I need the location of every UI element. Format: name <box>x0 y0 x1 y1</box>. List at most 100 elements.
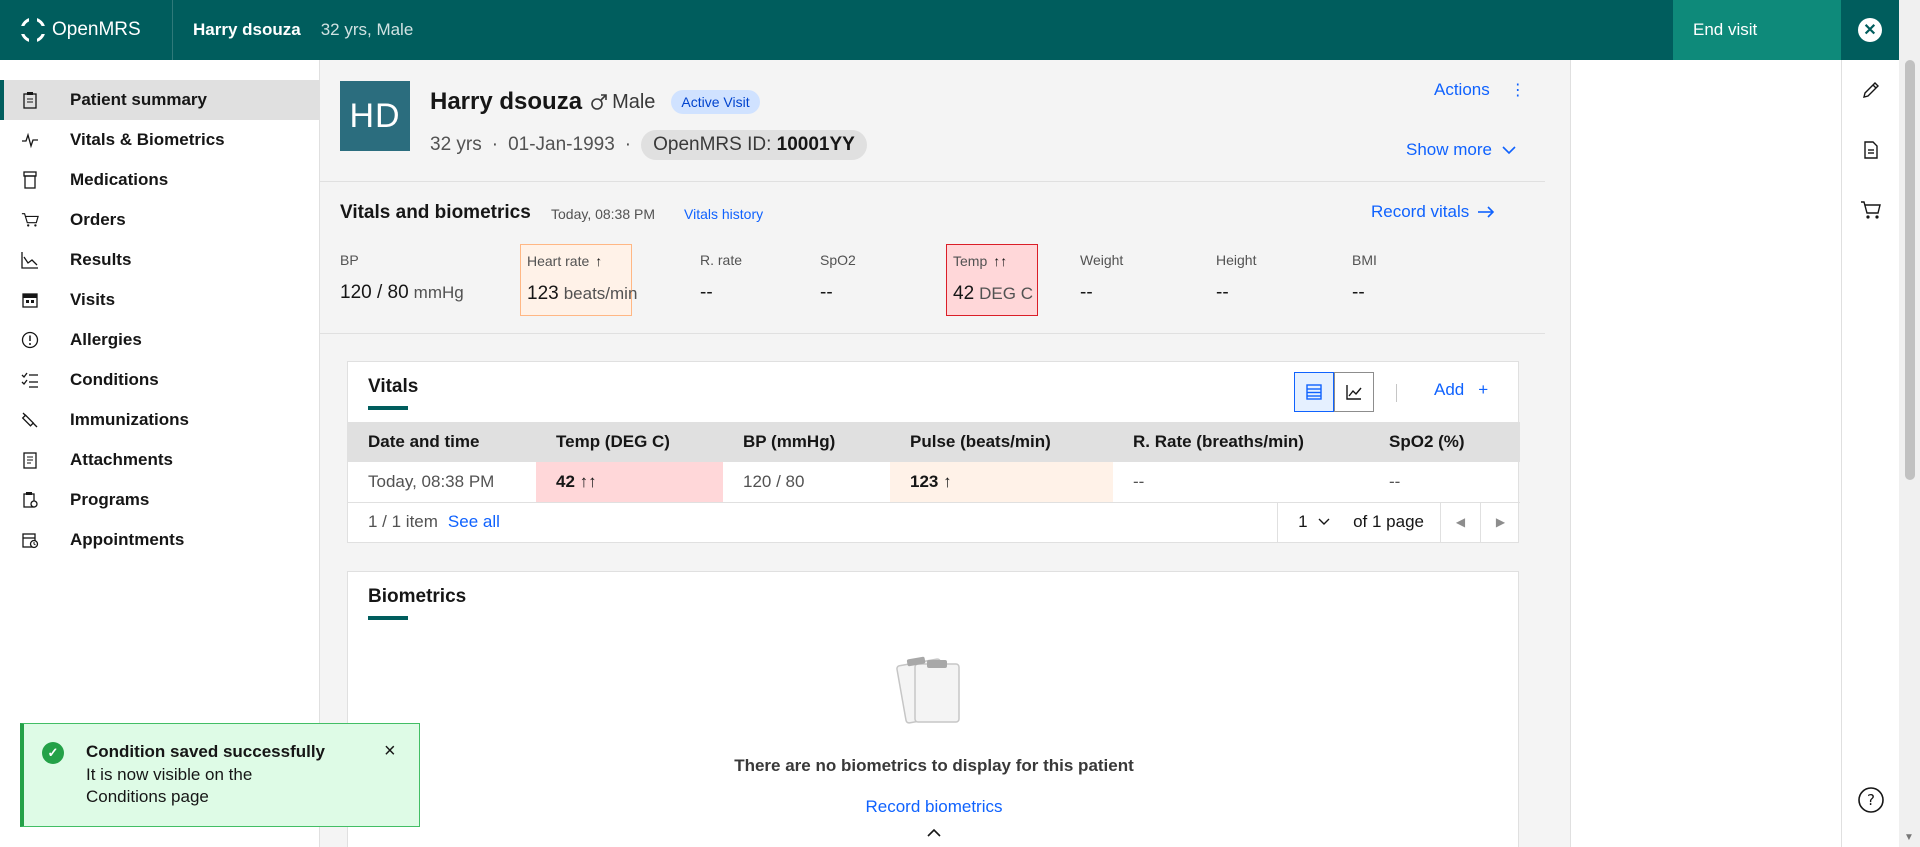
nav-item-programs[interactable]: Programs <box>0 480 319 520</box>
page-number: 1 <box>1298 512 1308 531</box>
banner-patient-name: Harry dsouza <box>430 88 583 115</box>
vital-label-text: BP <box>340 252 359 268</box>
program-icon <box>20 490 40 510</box>
edit-button[interactable] <box>1842 60 1900 120</box>
vitals-card-title: Vitals <box>368 376 419 397</box>
patient-avatar: HD <box>340 81 410 151</box>
column-header: R. Rate (breaths/min) <box>1113 422 1369 462</box>
vital-tile-temp: Temp ↑↑ 42 DEG C <box>946 244 1038 316</box>
table-header-row: Date and time Temp (DEG C) BP (mmHg) Pulse … <box>348 422 1520 462</box>
nav-item-allergies[interactable]: Allergies <box>0 320 319 360</box>
show-more-button[interactable]: Show more <box>1406 140 1516 160</box>
openmrs-logo[interactable]: OpenMRS <box>0 0 173 60</box>
nav-item-label: Immunizations <box>70 410 190 429</box>
nav-item-results[interactable]: Results <box>0 240 319 280</box>
toolbar-divider <box>1396 384 1397 402</box>
scroll-down-arrow[interactable]: ▼ <box>1904 832 1914 843</box>
warning-icon <box>20 330 40 350</box>
see-all-link[interactable]: See all <box>448 512 500 532</box>
chevron-down-icon <box>1502 146 1516 155</box>
clipboard-icon <box>20 90 40 110</box>
help-button[interactable]: ? <box>1851 780 1891 820</box>
order-basket-button[interactable] <box>1842 180 1900 240</box>
vital-value: 120 / 80 mmHg <box>340 282 490 304</box>
next-page-button[interactable]: ▶ <box>1480 502 1520 542</box>
vital-value-number: -- <box>820 282 833 303</box>
nav-item-visits[interactable]: Visits <box>0 280 319 320</box>
attachment-icon <box>20 450 40 470</box>
vital-value-number: -- <box>1216 282 1229 303</box>
vital-label: Height <box>1216 252 1316 268</box>
scrollbar-thumb[interactable] <box>1905 60 1915 480</box>
nav-item-label: Patient summary <box>70 90 207 109</box>
add-icon: + <box>1478 380 1489 399</box>
vital-label-text: BMI <box>1352 252 1377 268</box>
cart-icon <box>20 210 40 230</box>
vitals-history-link[interactable]: Vitals history <box>684 206 763 222</box>
view-switcher <box>1294 372 1374 412</box>
vital-label-text: Heart rate <box>527 253 590 269</box>
nav-item-orders[interactable]: Orders <box>0 200 319 240</box>
cell-bp: 120 / 80 <box>723 462 890 503</box>
table-icon <box>1306 384 1322 400</box>
close-workspace-button[interactable]: ✕ <box>1841 0 1899 60</box>
vital-unit: DEG C <box>979 284 1033 303</box>
record-vitals-link[interactable]: Record vitals <box>1371 202 1495 222</box>
banner-gender-label: Male <box>612 90 656 113</box>
logo-text: OpenMRS <box>52 19 141 40</box>
vitals-table: Date and time Temp (DEG C) BP (mmHg) Pulse … <box>348 422 1520 503</box>
previous-page-button[interactable]: ◀ <box>1440 502 1480 542</box>
column-header: Temp (DEG C) <box>536 422 723 462</box>
vital-value-number: -- <box>700 282 713 303</box>
vital-label-text: Height <box>1216 252 1257 268</box>
actions-button[interactable]: Actions ⋮ <box>1434 80 1526 100</box>
vital-unit: mmHg <box>413 283 464 302</box>
header-patient-name: Harry dsouza <box>193 20 301 39</box>
checkmark-icon: ✓ <box>42 742 64 764</box>
cell-pulse: 123 ↑ <box>890 462 1113 503</box>
vital-tile-heart-rate: Heart rate ↑ 123 beats/min <box>520 244 637 316</box>
nav-item-label: Orders <box>70 210 126 229</box>
chart-view-button[interactable] <box>1334 372 1374 412</box>
svg-text:?: ? <box>1867 791 1875 809</box>
nav-item-medications[interactable]: Medications <box>0 160 319 200</box>
biometrics-card-title: Biometrics <box>368 586 467 607</box>
vital-tile-r-rate: R. rate -- <box>700 244 800 316</box>
add-vitals-button[interactable]: Add + <box>1434 380 1488 400</box>
vital-label-text: Temp <box>953 253 988 269</box>
page-scrollbar[interactable]: ▼ <box>1899 60 1920 847</box>
end-visit-button[interactable]: End visit <box>1673 0 1841 60</box>
page-select[interactable]: 1 <box>1277 502 1353 542</box>
nav-item-attachments[interactable]: Attachments <box>0 440 319 480</box>
record-biometrics-link[interactable]: Record biometrics <box>348 797 1520 817</box>
banner-name-row: Harry dsouza Male Active Visit <box>430 88 760 116</box>
nav-item-label: Vitals & Biometrics <box>70 130 225 149</box>
toast-subtitle: It is now visible on the Conditions page <box>86 765 253 806</box>
vitals-header: Vitals and biometrics Today, 08:38 PM Vi… <box>320 182 1545 334</box>
patient-banner: HD Harry dsouza Male Active Visit 32 yrs… <box>320 60 1545 182</box>
toast-close-button[interactable]: × <box>384 740 396 763</box>
arrow-up-icon: ↑ <box>595 253 603 269</box>
vitals-header-title: Vitals and biometrics <box>340 202 531 223</box>
vital-label: SpO2 <box>820 252 920 268</box>
close-icon: ✕ <box>1858 18 1882 42</box>
top-bar: OpenMRS Harry dsouza 32 yrs, Male <box>0 0 1920 60</box>
page-of-label: of 1 page <box>1353 512 1424 531</box>
overflow-menu-icon: ⋮ <box>1509 82 1526 99</box>
nav-item-conditions[interactable]: Conditions <box>0 360 319 400</box>
vital-value: 123 beats/min <box>527 283 637 305</box>
vital-tile-bp: BP 120 / 80 mmHg <box>340 244 490 316</box>
notes-button[interactable] <box>1842 120 1900 180</box>
card-title-underline <box>368 616 408 620</box>
nav-list: Patient summary Vitals & Biometrics Medica… <box>0 80 319 560</box>
vital-value: -- <box>1216 282 1316 304</box>
chevron-up-icon[interactable] <box>348 824 1520 840</box>
vital-unit: beats/min <box>563 284 638 303</box>
show-more-label: Show more <box>1406 140 1492 159</box>
nav-item-immunizations[interactable]: Immunizations <box>0 400 319 440</box>
caret-left-icon: ◀ <box>1455 515 1466 529</box>
nav-item-appointments[interactable]: Appointments <box>0 520 319 560</box>
nav-item-vitals-biometrics[interactable]: Vitals & Biometrics <box>0 120 319 160</box>
table-view-button[interactable] <box>1294 372 1334 412</box>
nav-item-patient-summary[interactable]: Patient summary <box>0 80 319 120</box>
